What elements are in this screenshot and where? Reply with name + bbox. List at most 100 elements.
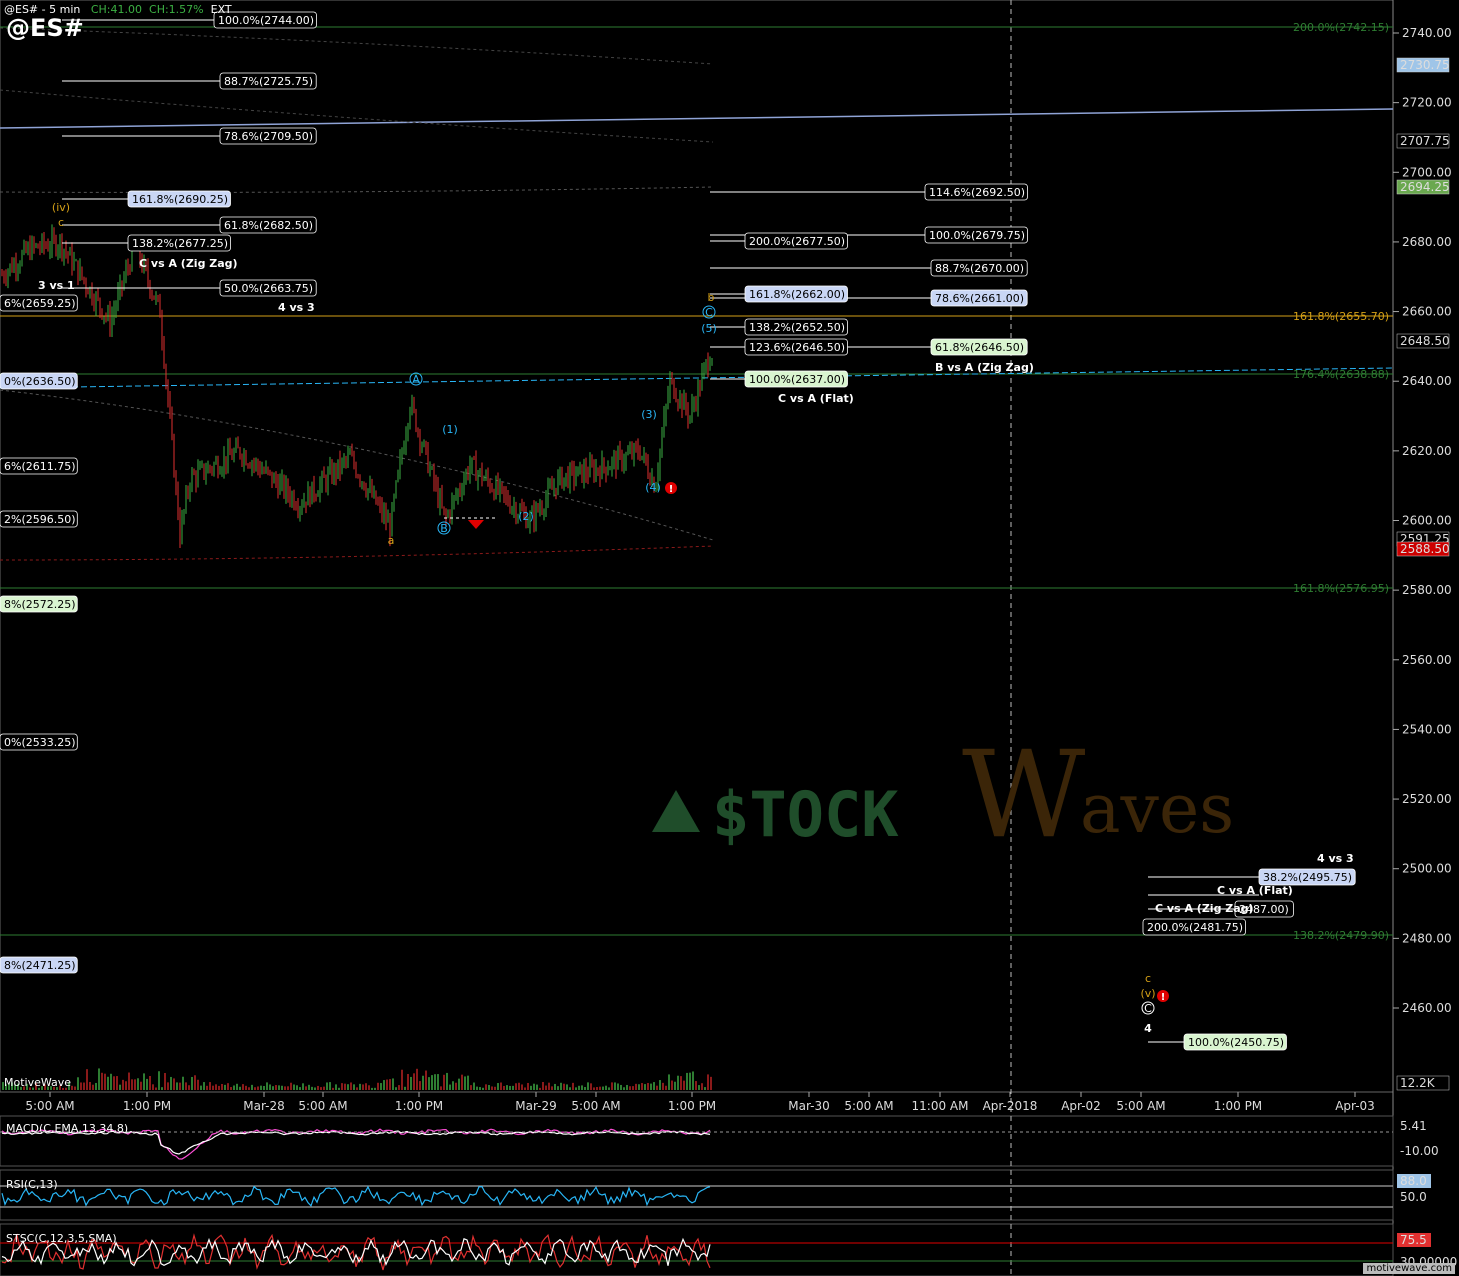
volume-bar <box>218 1085 220 1090</box>
watermark-right: aves <box>1080 770 1234 849</box>
fib-label-text: 61.8%(2646.50) <box>935 341 1024 354</box>
volume-bar <box>332 1087 334 1090</box>
volume-bar <box>95 1082 97 1090</box>
volume-bar <box>365 1083 367 1090</box>
volume-bar <box>602 1086 604 1090</box>
volume-bar <box>344 1083 346 1090</box>
price-tick-label: 2580.00 <box>1402 583 1452 597</box>
volume-bar <box>284 1086 286 1090</box>
volume-bar <box>440 1086 442 1090</box>
volume-bar <box>182 1076 184 1090</box>
annotation-text: B vs A (Zig Zag) <box>935 361 1034 374</box>
volume-bar <box>257 1086 259 1090</box>
chart-canvas[interactable]: .lbl{font-family:"DejaVu Sans",sans-seri… <box>0 0 1459 1276</box>
fib-label-text: 78.6%(2661.00) <box>935 292 1024 305</box>
volume-bar <box>434 1074 436 1090</box>
volume-bar <box>530 1085 532 1090</box>
volume-bar <box>446 1072 448 1090</box>
stoch-panel[interactable] <box>0 1223 1394 1276</box>
macd-label[interactable]: MACD(C,EMA,13,34,8) <box>6 1122 128 1135</box>
volume-bar <box>353 1084 355 1090</box>
volume-bar <box>449 1084 451 1090</box>
time-tick-label: 5:00 AM <box>571 1099 620 1113</box>
rsi-label[interactable]: RSI(C,13) <box>6 1178 58 1191</box>
volume-bar <box>350 1082 352 1090</box>
volume-bar <box>470 1085 472 1090</box>
volume-bar <box>254 1087 256 1090</box>
volume-bar <box>698 1085 700 1090</box>
volume-bar <box>131 1079 133 1090</box>
volume-bar <box>563 1083 565 1090</box>
volume-bar <box>368 1085 370 1090</box>
footer-brand[interactable]: motivewave.com <box>1363 1263 1455 1274</box>
fib-label-text: 88.7%(2725.75) <box>224 75 313 88</box>
volume-bar <box>533 1083 535 1090</box>
volume-bar <box>458 1078 460 1090</box>
volume-bar <box>464 1076 466 1090</box>
stoch-label[interactable]: STSC(C,12,3,5,SMA) <box>6 1232 117 1245</box>
volume-bar <box>290 1082 292 1090</box>
volume-bar <box>497 1083 499 1090</box>
volume-bar <box>326 1082 328 1090</box>
price-tick-label: 2460.00 <box>1402 1001 1452 1015</box>
change-percent: CH:1.57% <box>149 3 204 16</box>
fib-label-text: 8%(2572.25) <box>4 598 76 611</box>
volume-bar <box>287 1086 289 1090</box>
volume-bar <box>506 1085 508 1090</box>
level-label: 138.2%(2479.90) <box>1293 929 1389 942</box>
fib-label-text: 38.2%(2495.75) <box>1263 871 1352 884</box>
fib-label-text: 2%(2596.50) <box>4 513 76 526</box>
rsi-panel[interactable] <box>0 1169 1394 1221</box>
annotation-text: 3 vs 1 <box>38 279 75 292</box>
macd-panel[interactable] <box>0 1115 1394 1167</box>
volume-bar <box>656 1085 658 1090</box>
volume-bar <box>392 1078 394 1090</box>
symbol-title: @ES# <box>6 14 84 42</box>
price-badge-text: 2648.50 <box>1400 334 1450 348</box>
volume-bar <box>206 1085 208 1090</box>
wave-label: A <box>412 373 420 386</box>
volume-bar <box>185 1082 187 1090</box>
fib-label-text: 100.0%(2450.75) <box>1188 1036 1284 1049</box>
volume-bar <box>143 1073 145 1090</box>
wave-label: a <box>388 534 395 547</box>
volume-bar <box>587 1082 589 1090</box>
volume-bar <box>443 1074 445 1090</box>
volume-bar <box>140 1081 142 1090</box>
level-label: 161.8%(2655.70) <box>1293 310 1389 323</box>
volume-bar <box>263 1086 265 1090</box>
volume-bar <box>371 1087 373 1090</box>
volume-bar <box>704 1087 706 1090</box>
price-tick-label: 2660.00 <box>1402 305 1452 319</box>
volume-bar <box>74 1086 76 1090</box>
volume-bar <box>473 1082 475 1090</box>
volume-bar <box>626 1084 628 1090</box>
time-axis: 5:00 AM 1:00 PM Mar-28 5:00 AM 1:00 PM Mar-29… <box>25 1092 1375 1113</box>
volume-bar <box>395 1087 397 1090</box>
volume-bar <box>113 1076 115 1090</box>
indicator-badge-text: 75.5 <box>1400 1233 1427 1247</box>
volume-bar <box>431 1075 433 1090</box>
volume-bar <box>596 1087 598 1090</box>
volume-bar <box>479 1087 481 1090</box>
volume-bar <box>116 1076 118 1090</box>
volume-bar <box>647 1082 649 1090</box>
volume-bar <box>452 1081 454 1090</box>
volume-bar <box>521 1084 523 1090</box>
session-label: EXT <box>210 3 232 16</box>
volume-bar <box>89 1081 91 1090</box>
volume-bar <box>329 1082 331 1090</box>
time-tick-label: 1:00 PM <box>668 1099 716 1113</box>
volume-bar <box>335 1084 337 1090</box>
time-tick-label: 11:00 AM <box>912 1099 969 1113</box>
volume-bar <box>575 1087 577 1090</box>
fib-label-text: 100.0%(2744.00) <box>218 14 314 27</box>
volume-bar <box>476 1086 478 1090</box>
price-tick-label: 2500.00 <box>1402 862 1452 876</box>
time-tick-label: 5:00 AM <box>844 1099 893 1113</box>
volume-bar <box>503 1085 505 1090</box>
volume-bar <box>266 1082 268 1090</box>
volume-bar <box>152 1084 154 1090</box>
wave-label: (1) <box>442 423 458 436</box>
wave-label: (2) <box>518 510 534 523</box>
